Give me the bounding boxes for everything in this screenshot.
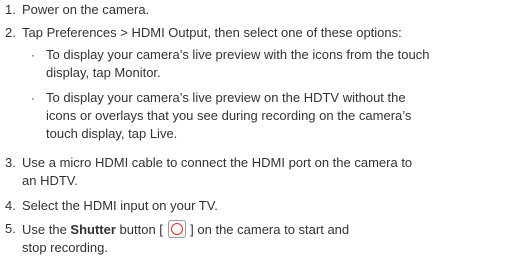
step-text: Select the HDMI input on your TV. [22, 197, 512, 215]
bullet-text: To display your camera’s live preview wi… [46, 46, 514, 82]
bullet-marker: · [31, 91, 35, 105]
shutter-label: Shutter [70, 222, 116, 237]
step-line: Select the HDMI input on your TV. [22, 198, 218, 213]
step-line: Use the Shutter button [ ] on the camera… [22, 220, 512, 239]
step-line: Use a micro HDMI cable to connect the HD… [22, 155, 413, 170]
shutter-button-icon [167, 220, 186, 238]
text-run: Use the [22, 222, 71, 237]
step-line: stop recording. [22, 240, 108, 255]
instructions-document: 1. Power on the camera. 2. Tap Preferenc… [0, 0, 518, 257]
step-number: 2. [5, 25, 16, 40]
step-number: 1. [5, 2, 16, 17]
step-line: Tap Preferences > HDMI Output, then sele… [22, 25, 402, 40]
bullet-line: icons or overlays that you see during re… [46, 108, 412, 123]
step-text: Power on the camera. [22, 1, 512, 19]
step-line: an HDTV. [22, 173, 78, 188]
bullet-line: To display your camera’s live preview on… [46, 90, 406, 105]
bullet-marker: · [31, 48, 35, 62]
bullet-line: touch display, tap Live. [46, 126, 178, 141]
step-text: Use a micro HDMI cable to connect the HD… [22, 154, 512, 190]
shutter-ring [170, 223, 183, 235]
text-run: button [ [115, 222, 163, 237]
bullet-line: To display your camera’s live preview wi… [46, 47, 430, 62]
text-run: ] on the camera to start and [190, 222, 350, 237]
step-number: 4. [5, 198, 16, 213]
step-number: 3. [5, 155, 16, 170]
step-text: Tap Preferences > HDMI Output, then sele… [22, 24, 512, 42]
step-text: Use the Shutter button [ ] on the camera… [22, 220, 512, 257]
bullet-text: To display your camera’s live preview on… [46, 89, 514, 143]
bullet-line: display, tap Monitor. [46, 65, 161, 80]
step-line: Power on the camera. [22, 2, 150, 17]
step-number: 5. [5, 221, 16, 236]
